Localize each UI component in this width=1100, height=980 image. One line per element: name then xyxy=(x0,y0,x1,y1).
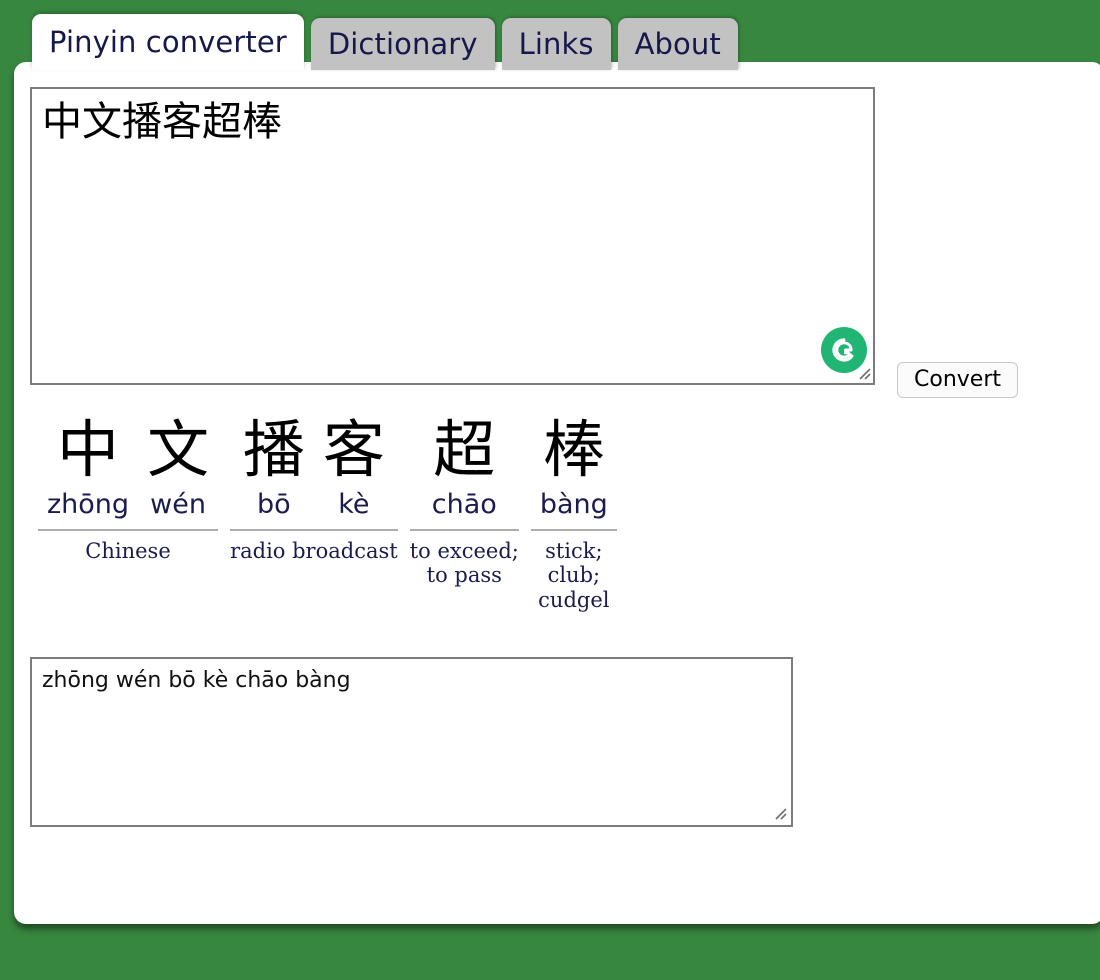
pinyin-reading: bàng xyxy=(539,488,608,520)
character-row: 中 zhōng 文 wén xyxy=(38,413,218,522)
hanzi-character: 播 xyxy=(242,413,305,486)
word-group: 播 bō 客 kè radio broadcast xyxy=(224,413,404,563)
definition-text: Chinese xyxy=(85,538,171,563)
tab-about[interactable]: About xyxy=(617,18,738,70)
input-area: Convert xyxy=(30,87,1040,407)
hanzi-character: 文 xyxy=(147,413,210,486)
page-card: Convert 中zhōng文wénChinese播bō客kèradio bro… xyxy=(14,62,1100,924)
character-cell[interactable]: 超 chāo xyxy=(423,413,506,522)
character-cell[interactable]: 客 kè xyxy=(314,413,394,522)
group-divider xyxy=(409,528,519,531)
tab-links[interactable]: Links xyxy=(501,18,611,70)
character-row: 超 chāo xyxy=(410,413,519,522)
pinyin-reading: chāo xyxy=(431,488,497,520)
word-group: 棒 bàng stick; club; cudgel xyxy=(525,413,623,613)
hanzi-character: 中 xyxy=(57,413,120,486)
group-divider xyxy=(230,528,398,531)
character-cell[interactable]: 棒 bàng xyxy=(531,413,617,522)
pinyin-output-textarea[interactable] xyxy=(30,657,793,827)
definition-text: stick; club; cudgel xyxy=(538,538,610,613)
word-group: 中 zhōng 文 wén Chinese xyxy=(32,413,224,563)
character-row: 播 bō 客 kè xyxy=(230,413,398,522)
character-cell[interactable]: 中 zhōng xyxy=(38,413,138,522)
definition-text: radio broadcast xyxy=(230,538,398,563)
tab-bar: Pinyin converter Dictionary Links About xyxy=(32,14,738,70)
output-area xyxy=(30,657,793,827)
character-cell[interactable]: 文 wén xyxy=(138,413,218,522)
conversion-results: 中 zhōng 文 wén Chinese 播 bō 客 kè radio broadcast 超 c… xyxy=(32,413,623,613)
pinyin-reading: bō xyxy=(257,488,291,520)
pinyin-reading: wén xyxy=(150,488,206,520)
convert-button[interactable]: Convert xyxy=(897,362,1018,398)
hanzi-character: 棒 xyxy=(542,413,605,486)
grammarly-icon[interactable] xyxy=(821,327,867,373)
pinyin-reading: zhōng xyxy=(47,488,130,520)
character-cell[interactable]: 播 bō xyxy=(234,413,314,522)
group-divider xyxy=(530,528,617,531)
tab-dictionary[interactable]: Dictionary xyxy=(310,18,495,70)
hanzi-character: 超 xyxy=(433,413,496,486)
definition-text: to exceed; to pass xyxy=(409,538,519,588)
word-group: 超 chāo to exceed; to pass xyxy=(404,413,525,588)
tab-pinyin-converter[interactable]: Pinyin converter xyxy=(32,14,304,70)
hanzi-character: 客 xyxy=(322,413,385,486)
chinese-input-textarea[interactable] xyxy=(30,87,875,385)
character-row: 棒 bàng xyxy=(531,413,617,522)
pinyin-reading: kè xyxy=(338,488,370,520)
group-divider xyxy=(38,528,219,531)
